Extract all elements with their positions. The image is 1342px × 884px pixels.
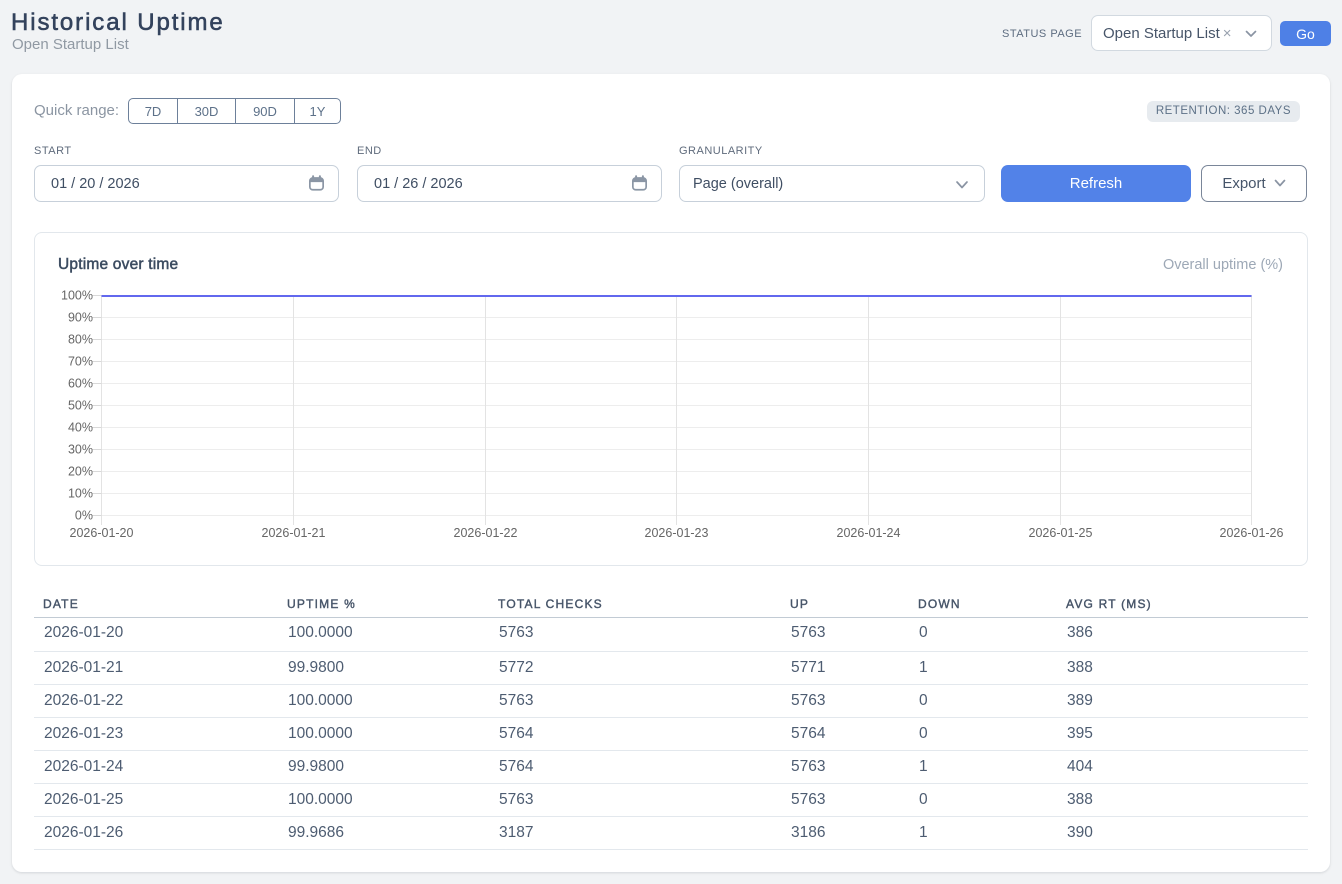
- svg-text:0%: 0%: [75, 509, 93, 523]
- svg-text:20%: 20%: [68, 465, 93, 479]
- svg-text:2026-01-25: 2026-01-25: [1029, 526, 1093, 540]
- svg-text:70%: 70%: [68, 355, 93, 369]
- svg-text:60%: 60%: [68, 377, 93, 391]
- svg-text:90%: 90%: [68, 311, 93, 325]
- svg-text:2026-01-26: 2026-01-26: [1220, 526, 1284, 540]
- svg-text:100%: 100%: [61, 289, 93, 303]
- svg-text:2026-01-22: 2026-01-22: [454, 526, 518, 540]
- svg-text:10%: 10%: [68, 487, 93, 501]
- svg-text:2026-01-20: 2026-01-20: [70, 526, 134, 540]
- svg-text:40%: 40%: [68, 421, 93, 435]
- svg-text:2026-01-23: 2026-01-23: [645, 526, 709, 540]
- svg-text:2026-01-21: 2026-01-21: [262, 526, 326, 540]
- svg-text:80%: 80%: [68, 333, 93, 347]
- svg-text:30%: 30%: [68, 443, 93, 457]
- svg-text:2026-01-24: 2026-01-24: [837, 526, 901, 540]
- svg-text:50%: 50%: [68, 399, 93, 413]
